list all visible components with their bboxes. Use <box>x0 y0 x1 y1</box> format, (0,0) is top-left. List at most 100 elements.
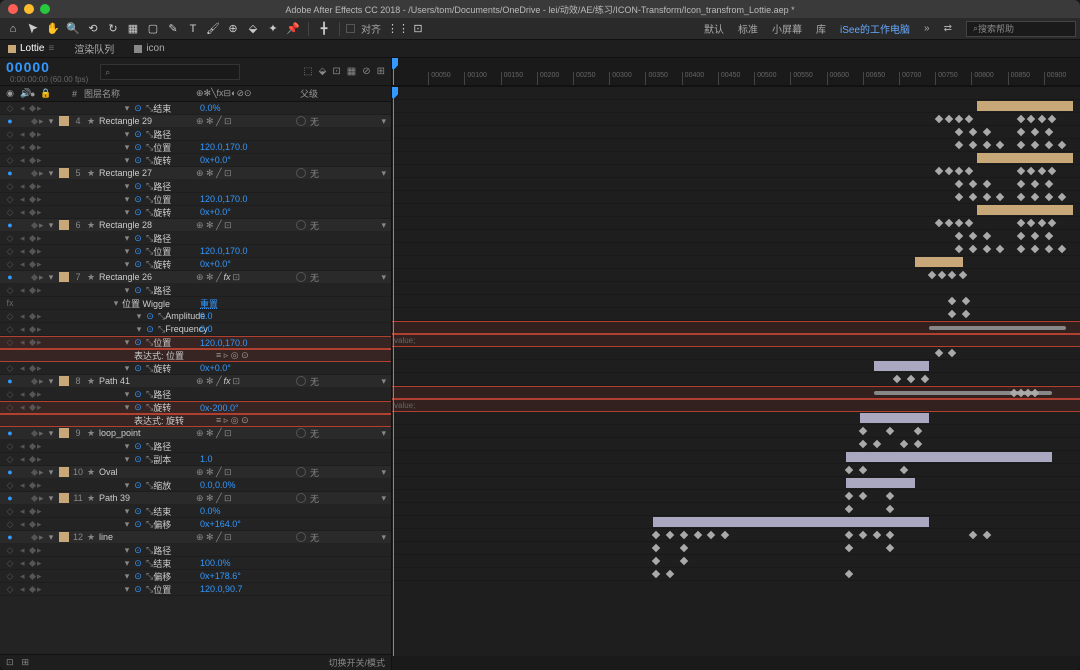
property-name[interactable]: ▾ ⊙ ⤡ 位置 <box>73 193 171 206</box>
keyframe-icon[interactable] <box>969 141 977 149</box>
parent-pickwhip[interactable]: 无▾ <box>296 271 386 284</box>
keyframe-icon[interactable] <box>934 115 942 123</box>
property-value[interactable]: 1.0 <box>200 454 260 464</box>
parent-pickwhip[interactable]: 无▾ <box>296 427 386 440</box>
pickwhip-icon[interactable] <box>296 376 306 386</box>
add-keyframe-icon[interactable] <box>29 286 36 293</box>
keyframe-nav-icon[interactable] <box>31 169 38 176</box>
home-icon[interactable]: ⌂ <box>4 20 22 38</box>
parent-pickwhip[interactable]: 无▾ <box>296 492 386 505</box>
property-name[interactable]: ▾ ⊙ ⤡ 旋转 <box>73 258 171 271</box>
property-value[interactable]: 0.0% <box>200 103 260 113</box>
shy-toggle-icon[interactable]: ⊡ <box>332 66 340 77</box>
keyframe-icon[interactable] <box>1017 115 1025 123</box>
stopwatch-icon[interactable]: ⊙ <box>133 103 143 113</box>
visibility-toggle[interactable]: ● <box>0 168 20 178</box>
expand-toggle[interactable]: ▾ <box>45 220 57 231</box>
timeline-track[interactable] <box>392 347 1080 360</box>
stopwatch-icon[interactable]: ⊙ <box>145 311 155 321</box>
keyframe-icon[interactable] <box>1031 141 1039 149</box>
keyframe-icon[interactable] <box>934 219 942 227</box>
layer-name[interactable]: Rectangle 29 <box>97 116 157 126</box>
keyframe-icon[interactable] <box>955 128 963 136</box>
keyframe-icon[interactable] <box>859 466 867 474</box>
keyframe-icon[interactable] <box>1044 245 1052 253</box>
brush-tool-icon[interactable]: 🖌 <box>204 20 222 38</box>
workspace-standard[interactable]: 标准 <box>738 21 758 36</box>
label-color[interactable] <box>59 220 69 230</box>
timeline-track[interactable] <box>392 477 1080 490</box>
property-value[interactable]: 0.0% <box>200 506 260 516</box>
keyframe-nav-icon[interactable] <box>31 468 38 475</box>
property-row[interactable]: fx ▾位置 Wiggle 重置 <box>0 297 391 310</box>
orbit-tool-icon[interactable]: ⟲ <box>84 20 102 38</box>
label-color[interactable] <box>59 467 69 477</box>
add-keyframe-icon[interactable] <box>29 404 36 411</box>
roto-tool-icon[interactable]: ✦ <box>264 20 282 38</box>
stopwatch-icon[interactable]: ⊙ <box>133 259 143 269</box>
keyframe-icon[interactable] <box>1017 180 1025 188</box>
keyframe-icon[interactable] <box>721 531 729 539</box>
keyframe-icon[interactable] <box>1031 193 1039 201</box>
property-row[interactable]: ◇ ◂ ▸ ▾ ⊙ ⤡ 副本 1.0 <box>0 453 391 466</box>
add-keyframe-icon[interactable] <box>29 559 36 566</box>
keyframe-indicator[interactable]: ◇ <box>0 389 20 400</box>
expand-toggle[interactable]: ▾ <box>45 376 57 387</box>
stopwatch-icon[interactable]: ⊙ <box>133 207 143 217</box>
keyframe-icon[interactable] <box>872 440 880 448</box>
property-name[interactable]: ▾ ⊙ ⤡ Amplitude <box>73 311 205 322</box>
keyframe-icon[interactable] <box>1058 141 1066 149</box>
keyframe-icon[interactable] <box>996 193 1004 201</box>
keyframe-icon[interactable] <box>845 505 853 513</box>
timeline-track[interactable] <box>392 152 1080 165</box>
timeline-track[interactable] <box>392 204 1080 217</box>
keyframe-indicator[interactable]: ◇ <box>0 142 20 153</box>
property-value[interactable]: 120.0,170.0 <box>200 194 260 204</box>
pickwhip-icon[interactable] <box>296 467 306 477</box>
keyframe-icon[interactable] <box>982 232 990 240</box>
layer-row[interactable]: ● ▸ ▾ 10 ★ Oval ⊕ ✻ ╱ ⊡ 无▾ <box>0 466 391 479</box>
layer-row[interactable]: ● ▸ ▾ 9 ★ loop_point ⊕ ✻ ╱ ⊡ 无▾ <box>0 427 391 440</box>
layer-switches[interactable]: ⊕ ✻ ╱ ⊡ <box>196 116 286 127</box>
keyframe-icon[interactable] <box>1027 115 1035 123</box>
add-keyframe-icon[interactable] <box>29 260 36 267</box>
visibility-toggle[interactable]: ● <box>0 376 20 386</box>
keyframe-icon[interactable] <box>693 531 701 539</box>
camera-tool-icon[interactable]: ▦ <box>124 20 142 38</box>
property-row[interactable]: ◇ ◂ ▸ ▾ ⊙ ⤡ 旋转 0x-200.0° <box>0 401 391 414</box>
keyframe-indicator[interactable]: ◇ <box>0 103 20 114</box>
keyframe-icon[interactable] <box>996 245 1004 253</box>
keyframe-icon[interactable] <box>893 375 901 383</box>
keyframe-icon[interactable] <box>886 505 894 513</box>
layer-search-input[interactable] <box>100 64 240 80</box>
pickwhip-icon[interactable] <box>296 428 306 438</box>
track-area[interactable]: value;value; <box>392 87 1080 656</box>
keyframe-icon[interactable] <box>1031 232 1039 240</box>
property-row[interactable]: ◇ ◂ ▸ ▾ ⊙ ⤡ 偏移 0x+164.0° <box>0 518 391 531</box>
timeline-track[interactable] <box>392 568 1080 581</box>
keyframe-icon[interactable] <box>652 570 660 578</box>
layer-list[interactable]: ◇ ◂ ▸ ▾ ⊙ ⤡ 结束 0.0%● ▸ ▾ 4 ★ Rectangle 2… <box>0 102 391 654</box>
puppet-tool-icon[interactable]: 📌 <box>284 20 302 38</box>
timeline-track[interactable] <box>392 425 1080 438</box>
pickwhip-icon[interactable] <box>296 116 306 126</box>
keyframe-icon[interactable] <box>955 193 963 201</box>
keyframe-icon[interactable] <box>859 492 867 500</box>
property-row[interactable]: ◇ ◂ ▸ ▾ ⊙ ⤡ 位置 120.0,170.0 <box>0 245 391 258</box>
layer-bar[interactable] <box>846 478 915 488</box>
property-row[interactable]: ◇ ◂ ▸ ▾ ⊙ ⤡ 缩放 0.0,0.0% <box>0 479 391 492</box>
timeline-track[interactable] <box>392 126 1080 139</box>
keyframe-icon[interactable] <box>1031 245 1039 253</box>
keyframe-icon[interactable] <box>948 271 956 279</box>
property-row[interactable]: ◇ ◂ ▸ ▾ ⊙ ⤡ 路径 <box>0 440 391 453</box>
keyframe-nav-icon[interactable] <box>31 117 38 124</box>
add-keyframe-icon[interactable] <box>29 247 36 254</box>
property-name[interactable]: ▾ ⊙ ⤡ 副本 <box>73 453 171 466</box>
layer-name[interactable]: Oval <box>97 467 157 477</box>
workspace-arrows-icon[interactable]: ⇄ <box>944 23 952 34</box>
snap-opts-icon[interactable]: ⊡ <box>409 20 427 38</box>
property-name[interactable]: ▾ ⊙ ⤡ 路径 <box>73 284 171 297</box>
lock-header-icon[interactable]: 🔒 <box>40 88 52 99</box>
graph-editor-icon[interactable]: ⊞ <box>377 66 385 77</box>
tab-composition[interactable]: Lottie ≡ <box>8 43 54 54</box>
